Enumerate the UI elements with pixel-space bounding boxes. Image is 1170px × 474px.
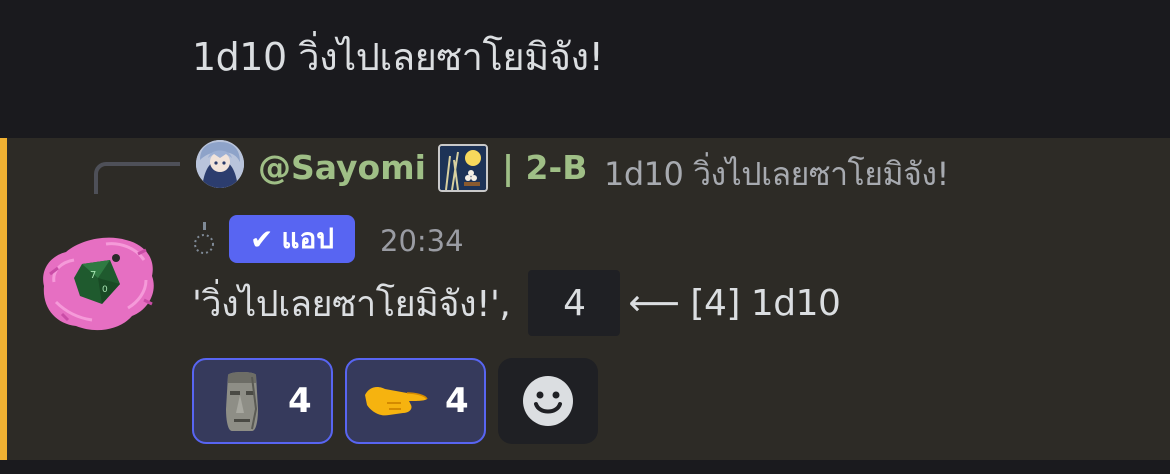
reply-role: | 2-B <box>502 148 588 187</box>
reaction-count: 4 <box>288 381 312 421</box>
checkmark-icon: ✔ <box>249 222 274 256</box>
message-content: 'วิ่งไปเลยซาโยมิจัง!', 4 ⟵ [4] 1d10 <box>192 270 841 336</box>
reaction-pointing-hand[interactable]: 4 <box>345 358 486 444</box>
reply-username[interactable]: @Sayomi <box>258 148 426 187</box>
previous-message: 1d10 วิ่งไปเลยซาโยมิจัง! <box>0 0 1170 138</box>
pointing-hand-icon <box>363 381 429 421</box>
loading-indicator-icon <box>192 222 216 256</box>
reaction-moai[interactable]: 4 <box>192 358 333 444</box>
app-badge: ✔ แอป <box>229 215 355 263</box>
previous-message-text: 1d10 วิ่งไปเลยซาโยมิจัง! <box>192 35 604 79</box>
reply-connector <box>94 162 180 194</box>
pink-dice-bag-avatar[interactable]: 7 0 <box>36 230 160 334</box>
svg-text:7: 7 <box>90 270 96 281</box>
bot-message[interactable]: @Sayomi | 2-B 1d10 วิ่งไปเลยซาโยมิจัง! 7… <box>0 138 1170 460</box>
svg-text:0: 0 <box>102 285 108 295</box>
reply-avatar[interactable] <box>196 140 244 188</box>
smiley-icon <box>523 376 573 426</box>
reaction-count: 4 <box>445 381 469 421</box>
roll-result-code: 4 <box>528 270 621 336</box>
add-reaction-button[interactable] <box>498 358 598 444</box>
message-timestamp[interactable]: 20:34 <box>380 224 464 258</box>
bottom-divider <box>0 460 1170 474</box>
content-suffix: ⟵ [4] 1d10 <box>628 282 841 324</box>
moon-viewing-icon <box>438 144 488 192</box>
moai-icon <box>218 369 266 433</box>
reply-preview-text[interactable]: 1d10 วิ่งไปเลยซาโยมิจัง! <box>604 149 949 200</box>
mention-highlight-bar <box>0 138 7 460</box>
app-badge-label: แอป <box>281 222 335 255</box>
content-prefix: 'วิ่งไปเลยซาโยมิจัง!', <box>192 283 511 325</box>
